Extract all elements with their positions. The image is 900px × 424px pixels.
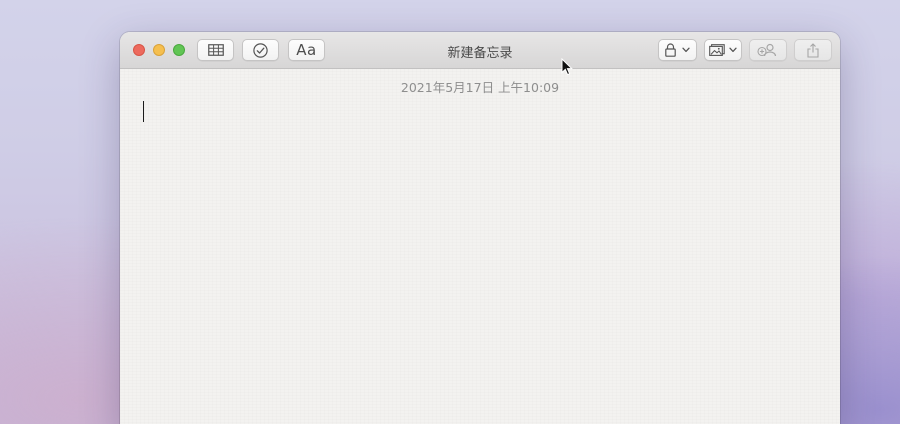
note-timestamp: 2021年5月17日 上午10:09	[400, 80, 560, 95]
media-icon	[709, 44, 725, 56]
share-icon	[807, 42, 819, 58]
add-people-icon	[757, 43, 777, 57]
text-caret	[143, 101, 144, 122]
media-button[interactable]	[704, 39, 742, 61]
lock-button[interactable]	[658, 39, 697, 61]
chevron-down-icon	[729, 47, 737, 53]
note-editor[interactable]: 2021年5月17日 上午10:09	[120, 69, 840, 424]
title-bar[interactable]: Aa 新建备忘录	[120, 32, 840, 69]
notes-window: Aa 新建备忘录 2021年5月17日 上午10:09	[120, 32, 840, 424]
add-people-button[interactable]	[749, 39, 787, 61]
mouse-pointer-icon	[561, 58, 573, 76]
share-button[interactable]	[794, 39, 832, 61]
lock-icon	[665, 43, 676, 57]
chevron-down-icon	[682, 47, 690, 53]
